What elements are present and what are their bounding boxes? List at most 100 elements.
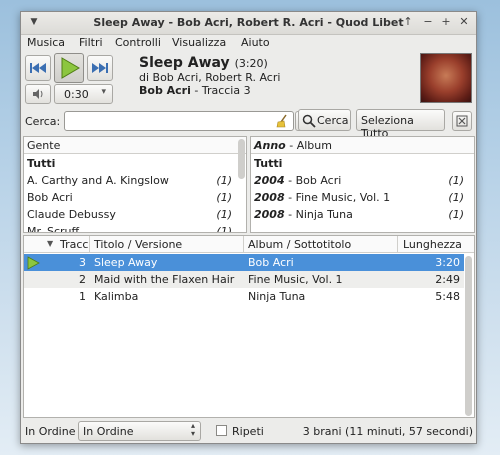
close-filter-button[interactable] <box>452 111 472 131</box>
people-header[interactable]: Gente <box>24 137 246 154</box>
status-summary: 3 brani (11 minuti, 57 secondi) <box>302 425 473 438</box>
list-item-count: (1) <box>448 191 464 204</box>
album-pane: Anno - Album Tutti 2004 - Bob Acri (1) 2… <box>250 136 475 233</box>
album-header[interactable]: Anno - Album <box>251 137 474 154</box>
album-name: Bob Acri <box>139 84 191 97</box>
list-item-label: A. Carthy and A. Kingslow <box>27 174 169 187</box>
menu-aiuto[interactable]: Aiuto <box>241 36 270 49</box>
song-title: Sleep Away <box>139 55 230 71</box>
track-title: Kalimba <box>94 290 139 303</box>
album-title: - Fine Music, Vol. 1 <box>284 191 391 204</box>
track-length: 2:49 <box>435 273 460 286</box>
next-icon <box>92 63 108 73</box>
song-list: ▼ Tracc Titolo / Versione Album / Sottot… <box>23 235 475 418</box>
time-button[interactable]: 0:30 ▾ <box>54 84 113 104</box>
track-title: Sleep Away <box>94 256 158 269</box>
list-item-count: (1) <box>216 225 232 233</box>
close-filter-icon <box>456 115 468 127</box>
list-item-count: (1) <box>216 174 232 187</box>
select-all-button[interactable]: Seleziona Tutto <box>356 109 445 140</box>
close-icon[interactable]: ✕ <box>457 15 471 29</box>
repeat-label: Ripeti <box>232 425 264 438</box>
year-header: Anno <box>254 139 286 152</box>
column-album[interactable]: Album / Sottotitolo <box>248 238 351 251</box>
track-album: Fine Music, Vol. 1 <box>248 273 343 286</box>
album-year: 2008 <box>254 191 285 204</box>
track-album: Ninja Tuna <box>248 290 306 303</box>
status-bar: In Ordine In Ordine ▴ ▾ Ripeti 3 brani (1… <box>21 418 476 444</box>
keep-above-icon[interactable]: ↑ <box>401 15 415 29</box>
next-button[interactable] <box>87 55 113 81</box>
menu-filtri[interactable]: Filtri <box>79 36 103 49</box>
column-divider <box>397 236 398 253</box>
song-artist: di Bob Acri, Robert R. Acri <box>139 71 281 84</box>
main-window: ▼ Sleep Away - Bob Acri, Robert R. Acri … <box>20 11 477 444</box>
list-item-label: Tutti <box>254 157 283 170</box>
list-item-count: (1) <box>216 208 232 221</box>
album-title: - Ninja Tuna <box>284 208 353 221</box>
play-icon <box>61 57 80 79</box>
list-item[interactable]: 2004 - Bob Acri (1) <box>251 172 474 189</box>
list-item[interactable]: Tutti <box>251 155 474 172</box>
order-select-value: In Ordine <box>83 425 134 438</box>
table-row[interactable]: 2 Maid with the Flaxen Hair Fine Music, … <box>24 271 464 288</box>
time-display: 0:30 <box>64 88 89 101</box>
sort-arrow-icon[interactable]: ▼ <box>47 239 53 248</box>
track-number: 3 <box>79 256 86 269</box>
volume-icon <box>33 89 43 99</box>
list-item[interactable]: 2008 - Ninja Tuna (1) <box>251 206 474 223</box>
list-item-label: Mr. Scruff <box>27 225 80 233</box>
list-item[interactable]: Tutti <box>24 155 246 172</box>
table-row[interactable]: 3 Sleep Away Bob Acri 3:20 <box>24 254 464 271</box>
previous-button[interactable] <box>25 55 51 81</box>
list-item-count: (1) <box>216 191 232 204</box>
list-item-count: (1) <box>448 174 464 187</box>
volume-button[interactable] <box>25 84 51 104</box>
clear-broom-icon[interactable] <box>274 113 290 129</box>
table-row[interactable]: 1 Kalimba Ninja Tuna 5:48 <box>24 288 464 305</box>
list-item[interactable]: Bob Acri (1) <box>24 189 246 206</box>
search-button-label: Cerca <box>317 114 349 127</box>
list-item-label: Bob Acri <box>27 191 73 204</box>
list-item[interactable]: Claude Debussy (1) <box>24 206 246 223</box>
list-item-label: Tutti <box>27 157 56 170</box>
play-button[interactable] <box>54 53 84 83</box>
track-number: 2 <box>79 273 86 286</box>
people-header-label: Gente <box>27 139 61 152</box>
order-select[interactable]: In Ordine ▴ ▾ <box>78 421 201 441</box>
previous-icon <box>30 63 46 73</box>
list-item[interactable]: A. Carthy and A. Kingslow (1) <box>24 172 246 189</box>
track-album: Bob Acri <box>248 256 294 269</box>
column-divider <box>89 236 90 253</box>
menu-controlli[interactable]: Controlli <box>115 36 161 49</box>
song-length: (3:20) <box>234 57 268 70</box>
song-list-header: ▼ Tracc Titolo / Versione Album / Sottot… <box>24 236 474 253</box>
list-item[interactable]: 2008 - Fine Music, Vol. 1 (1) <box>251 189 474 206</box>
album-art[interactable] <box>420 53 472 103</box>
menu-musica[interactable]: Musica <box>27 36 65 49</box>
list-item[interactable]: Mr. Scruff (1) <box>24 223 246 233</box>
people-scrollbar[interactable] <box>238 139 245 179</box>
album-header-label: Anno - Album <box>254 139 332 152</box>
album-year: 2004 <box>254 174 285 187</box>
song-list-scrollbar[interactable] <box>465 256 472 416</box>
column-track[interactable]: Tracc <box>60 238 88 251</box>
column-divider <box>243 236 244 253</box>
order-label: In Ordine <box>25 425 76 438</box>
search-icon <box>302 114 316 128</box>
menu-visualizza[interactable]: Visualizza <box>172 36 226 49</box>
chevron-down-icon: ▾ <box>101 87 106 97</box>
column-length[interactable]: Lunghezza <box>403 238 462 251</box>
search-button[interactable]: Cerca <box>298 109 351 131</box>
repeat-checkbox[interactable] <box>216 425 227 436</box>
menu-bar: Musica Filtri Controlli Visualizza Aiuto <box>21 34 476 52</box>
column-title[interactable]: Titolo / Versione <box>94 238 182 251</box>
now-playing-icon <box>27 256 40 270</box>
track-length: 5:48 <box>435 290 460 303</box>
list-item-count: (1) <box>448 208 464 221</box>
maximize-icon[interactable]: + <box>439 15 453 29</box>
album-entry: 2008 - Fine Music, Vol. 1 <box>254 189 390 206</box>
search-input[interactable] <box>64 111 294 131</box>
track-length: 3:20 <box>435 256 460 269</box>
minimize-icon[interactable]: − <box>421 15 435 29</box>
